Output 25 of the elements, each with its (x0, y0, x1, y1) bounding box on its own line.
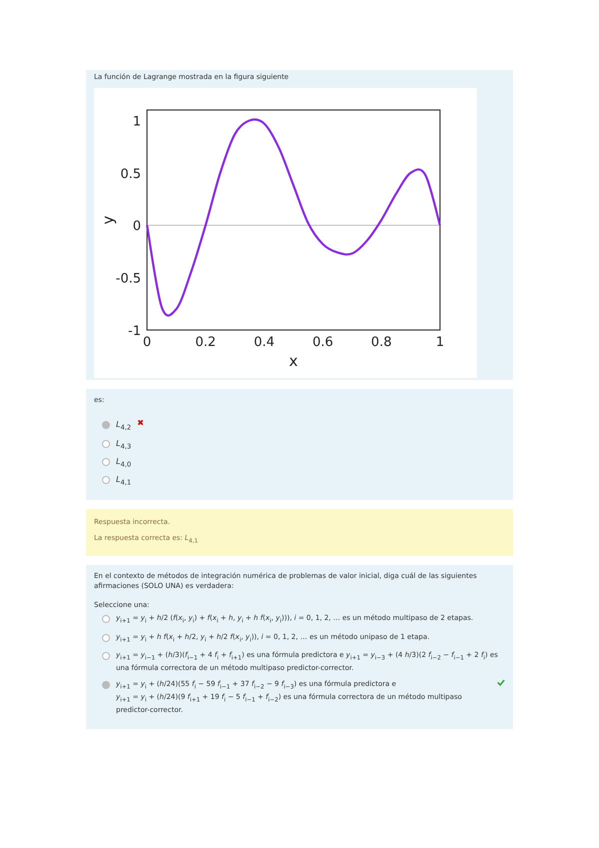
tick-label: 1 (132, 114, 141, 130)
tick-label: 0 (132, 219, 141, 234)
radio-button[interactable] (102, 634, 110, 642)
option-text[interactable]: L$_{4,0}$ (116, 456, 132, 470)
radio-button[interactable] (102, 458, 110, 466)
tick-label: -1 (128, 324, 141, 340)
tick-label: 0.2 (195, 335, 216, 350)
axis-label: y (99, 216, 117, 225)
tick-label: 0.6 (312, 335, 334, 350)
tick-label: 0 (142, 335, 152, 350)
tick-label: 0.4 (254, 335, 275, 350)
radio-button[interactable] (102, 681, 110, 690)
tick-label: 0.5 (120, 167, 141, 182)
radio-button[interactable] (102, 476, 110, 484)
radio-button[interactable] (102, 614, 110, 623)
radio-button[interactable] (102, 652, 110, 660)
radio-button[interactable] (102, 440, 110, 448)
tick-label: 1 (436, 335, 444, 350)
radio-button[interactable] (102, 421, 110, 430)
axis-label: x (289, 352, 298, 370)
option-text[interactable]: L$_{4,3}$ (116, 438, 132, 452)
tick-label: 0.8 (371, 335, 392, 350)
option-text[interactable]: L$_{4,2}$ (116, 419, 132, 434)
option-text[interactable]: L$_{4,1}$ (116, 474, 132, 488)
tick-label: -0.5 (116, 272, 141, 287)
